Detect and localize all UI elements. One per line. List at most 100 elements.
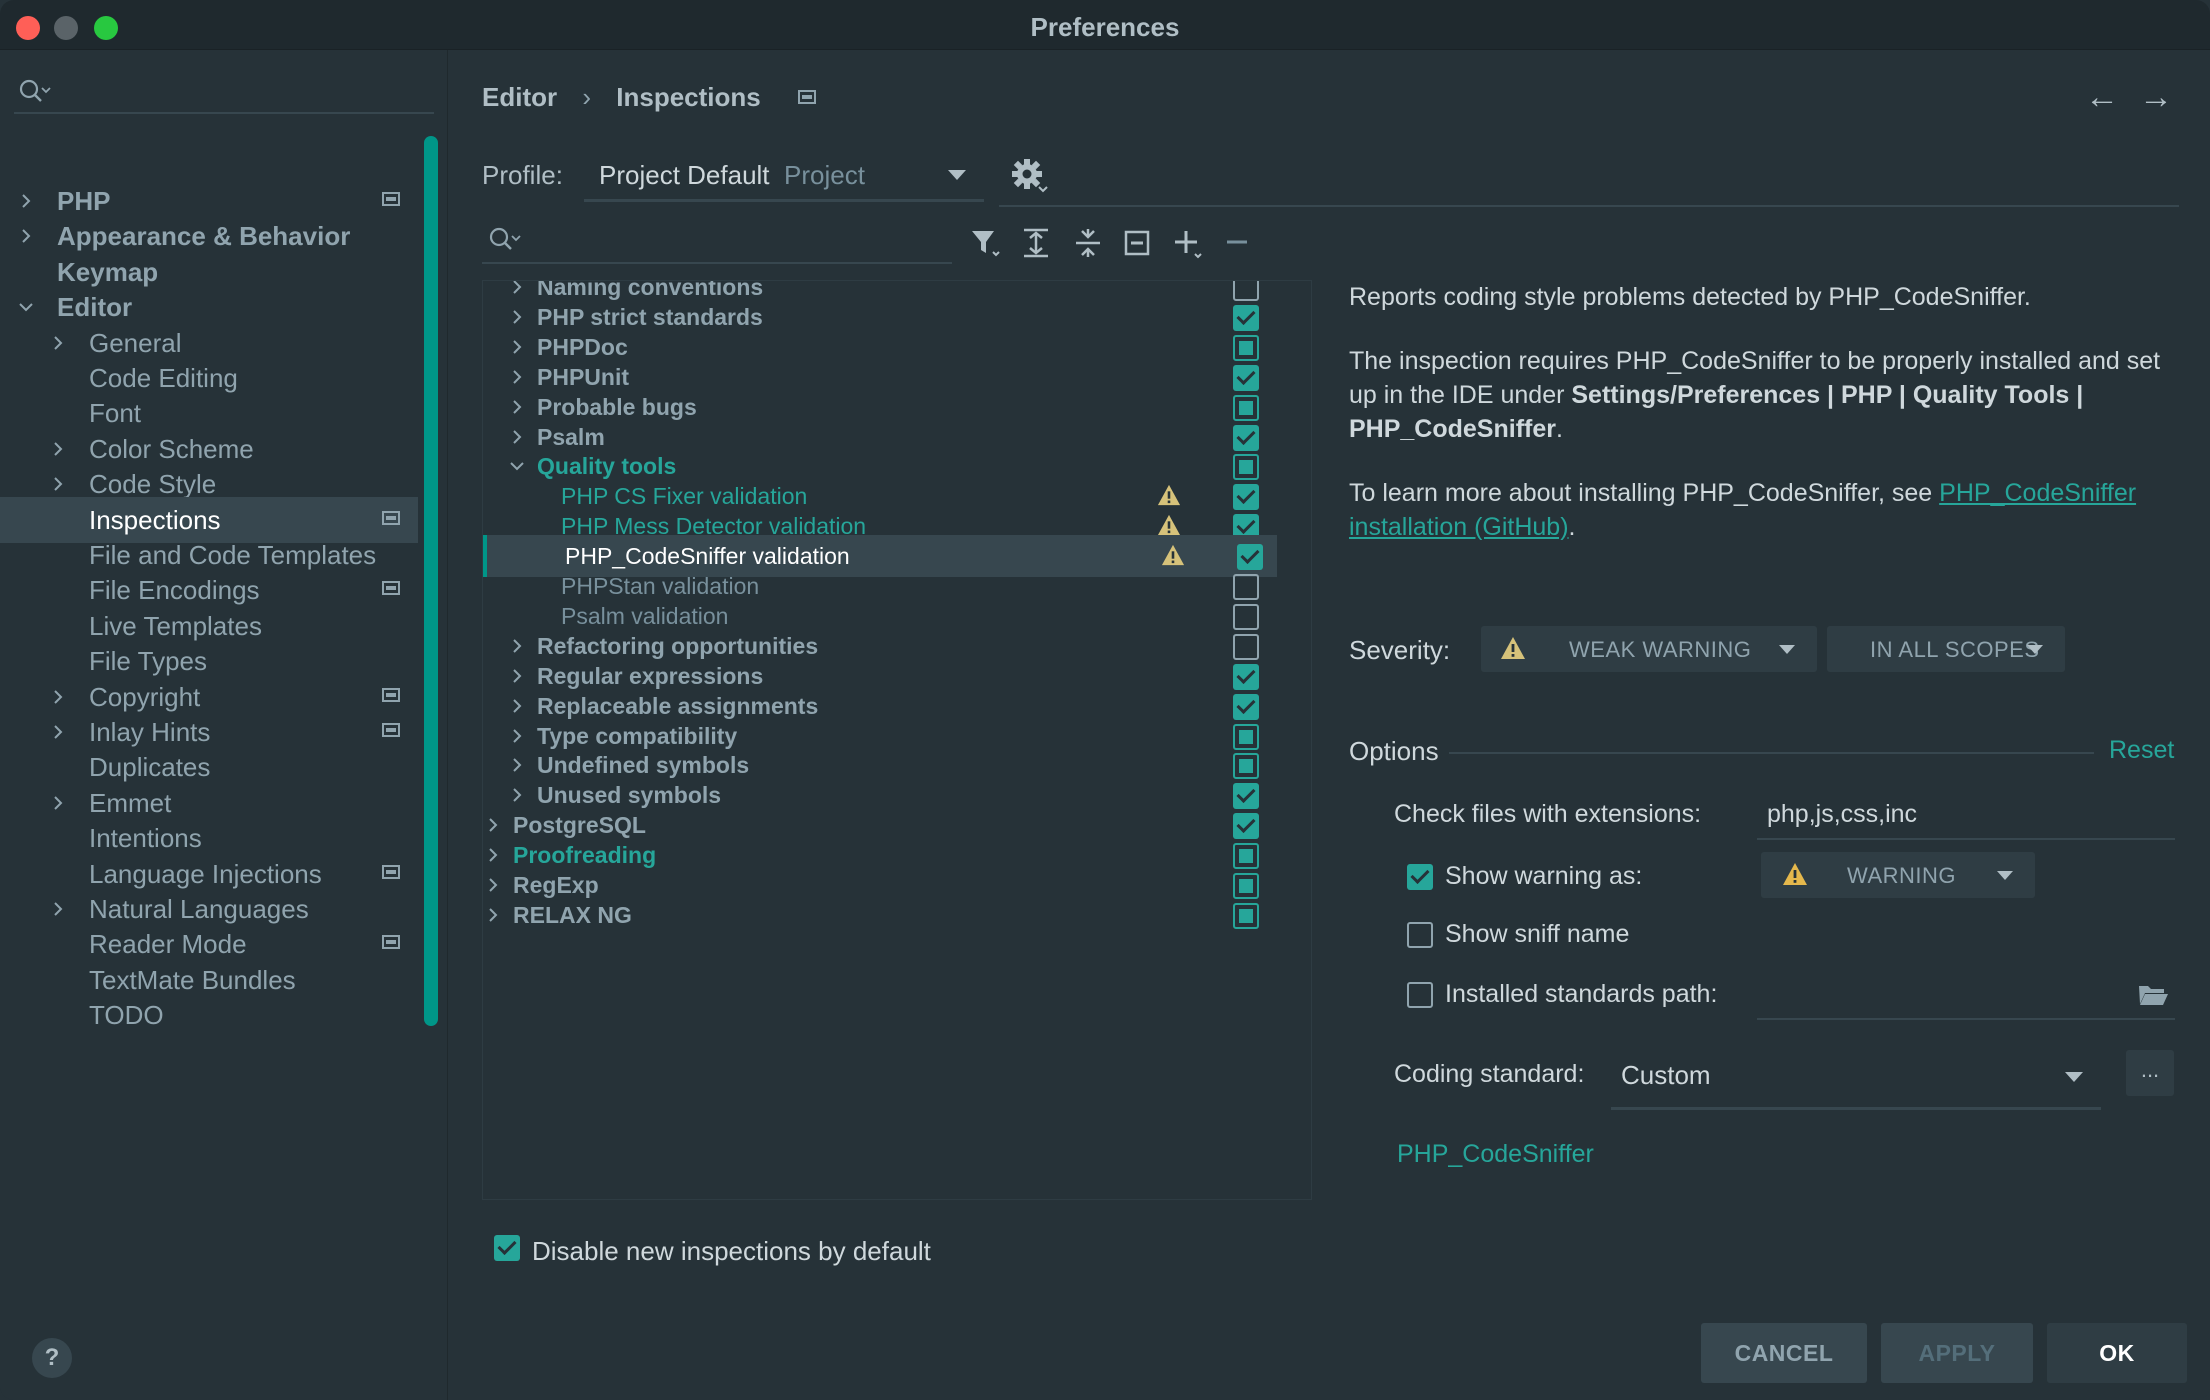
chevron-right-icon[interactable] — [507, 397, 527, 417]
chevron-right-icon[interactable] — [48, 333, 68, 353]
chevron-right-icon[interactable] — [48, 722, 68, 742]
cancel-button[interactable]: CANCEL — [1701, 1323, 1867, 1383]
scope-value: IN ALL SCOPES — [1870, 637, 2040, 662]
profile-label: Profile: — [482, 160, 563, 190]
description-paragraph-2: The inspection requires PHP_CodeSniffer … — [1349, 347, 2161, 443]
severity-label: Severity: — [1349, 635, 1451, 665]
remove-icon[interactable] — [1221, 226, 1255, 260]
coding-standard-browse-button[interactable]: ... — [2126, 1050, 2174, 1096]
options-divider — [1449, 752, 2094, 754]
collapse-all-icon[interactable] — [1071, 226, 1105, 260]
warning-icon — [1161, 544, 1185, 566]
settings-sidebar: PHP Appearance & Behavior Keymap Editor Gene… — [0, 50, 448, 1400]
project-level-icon — [382, 723, 400, 737]
project-level-icon — [382, 935, 400, 950]
chevron-right-icon[interactable] — [48, 474, 68, 494]
chevron-right-icon[interactable] — [48, 899, 68, 919]
standards-path-input[interactable] — [1757, 968, 2175, 1020]
project-level-icon — [382, 510, 400, 525]
standards-path-label: Installed standards path: — [1445, 980, 1718, 1008]
sidebar-item-label: TODO — [89, 1000, 164, 1031]
disable-new-inspections-label: Disable new inspections by default — [532, 1236, 931, 1266]
chevron-right-icon[interactable] — [48, 687, 68, 707]
inspection-checkbox[interactable] — [1233, 902, 1259, 929]
inspection-label: RELAX NG — [513, 901, 632, 928]
inspection-tree: Naming conventions PHP strict standards PH… — [482, 280, 1312, 1200]
chevron-down-icon — [948, 170, 966, 180]
ok-button[interactable]: OK — [2047, 1323, 2187, 1383]
chevron-right-icon[interactable] — [507, 307, 527, 327]
chevron-right-icon[interactable] — [16, 191, 36, 211]
folder-icon[interactable] — [2137, 982, 2169, 1008]
warning-icon — [1501, 637, 1525, 659]
chevron-right-icon[interactable] — [507, 367, 527, 387]
chevron-right-icon[interactable] — [507, 785, 527, 805]
help-button[interactable]: ? — [32, 1338, 72, 1378]
chevron-right-icon[interactable] — [483, 815, 503, 835]
chevron-right-icon[interactable] — [48, 439, 68, 459]
chevron-right-icon[interactable] — [507, 666, 527, 686]
chevron-right-icon[interactable] — [507, 726, 527, 746]
profile-scope: Project — [784, 160, 865, 190]
coding-standard-value: Custom — [1621, 1060, 1711, 1090]
title-bar: Preferences — [0, 0, 2210, 50]
breadcrumb-separator: › — [582, 81, 592, 112]
chevron-down-icon — [2065, 1072, 2083, 1082]
chevron-down-icon[interactable] — [507, 456, 527, 476]
chevron-right-icon[interactable] — [507, 636, 527, 656]
show-warning-dropdown[interactable]: WARNING — [1761, 852, 2035, 898]
chevron-right-icon[interactable] — [16, 226, 36, 246]
warning-icon — [1157, 485, 1181, 506]
show-sniff-name-checkbox[interactable] — [1407, 922, 1433, 948]
project-level-icon — [382, 581, 400, 596]
inspection-row-relax-ng[interactable]: RELAX NG — [483, 894, 1277, 936]
sidebar-scrollbar[interactable] — [424, 136, 438, 1026]
sidebar-item-todo[interactable]: TODO — [0, 992, 420, 1038]
chevron-right-icon[interactable] — [483, 905, 503, 925]
expand-all-icon[interactable] — [1019, 226, 1053, 260]
chevron-right-icon[interactable] — [48, 793, 68, 813]
show-warning-checkbox[interactable] — [1407, 864, 1433, 890]
breadcrumb-editor[interactable]: Editor — [482, 82, 557, 113]
checkbox-checked[interactable] — [494, 1235, 520, 1261]
add-icon[interactable] — [1171, 226, 1205, 260]
chevron-down-icon[interactable] — [16, 297, 36, 317]
main-panel: Editor › Inspections ← → Profile: Projec… — [449, 50, 2210, 1400]
search-icon — [19, 79, 51, 102]
coding-standard-label: Coding standard: — [1394, 1060, 1585, 1088]
breadcrumb-inspections: Inspections — [616, 81, 761, 112]
chevron-down-icon — [1779, 645, 1795, 654]
chevron-right-icon[interactable] — [507, 337, 527, 357]
gear-icon[interactable] — [1009, 156, 1049, 196]
project-level-icon — [382, 687, 400, 702]
preferences-window: Preferences PHP Appearance & Behavior Keym… — [0, 0, 2210, 1400]
breadcrumb: Editor › Inspections — [482, 80, 816, 113]
reset-link[interactable]: Reset — [2109, 736, 2174, 765]
reset-to-default-icon[interactable] — [1121, 226, 1155, 260]
chevron-right-icon[interactable] — [507, 280, 527, 297]
search-icon — [489, 227, 521, 250]
php-codesniffer-link[interactable]: PHP_CodeSniffer — [1397, 1140, 1594, 1169]
coding-standard-dropdown[interactable]: Custom — [1611, 1044, 2101, 1110]
chevron-right-icon[interactable] — [507, 755, 527, 775]
extensions-input[interactable]: php,js,css,inc — [1757, 788, 2175, 840]
warning-icon — [1783, 863, 1807, 885]
forward-arrow-icon[interactable]: → — [2139, 78, 2173, 117]
inspection-search-input[interactable] — [482, 222, 952, 264]
filter-icon[interactable] — [969, 226, 1003, 260]
standards-path-checkbox[interactable] — [1407, 982, 1433, 1008]
chevron-right-icon[interactable] — [507, 696, 527, 716]
profile-dropdown[interactable]: Project Default Project — [584, 146, 984, 202]
apply-button[interactable]: APPLY — [1881, 1323, 2033, 1383]
severity-dropdown[interactable]: WEAK WARNING — [1481, 626, 1817, 672]
chevron-right-icon[interactable] — [483, 845, 503, 865]
sidebar-search-input[interactable] — [14, 74, 434, 114]
scope-dropdown[interactable]: IN ALL SCOPES — [1827, 626, 2065, 672]
inspection-description: Reports coding style problems detected b… — [1349, 280, 2169, 574]
options-title: Options — [1349, 736, 1439, 766]
chevron-right-icon[interactable] — [507, 427, 527, 447]
project-level-icon — [382, 864, 400, 879]
back-arrow-icon[interactable]: ← — [2085, 78, 2119, 117]
chevron-right-icon[interactable] — [483, 875, 503, 895]
show-warning-value: WARNING — [1847, 863, 1957, 888]
